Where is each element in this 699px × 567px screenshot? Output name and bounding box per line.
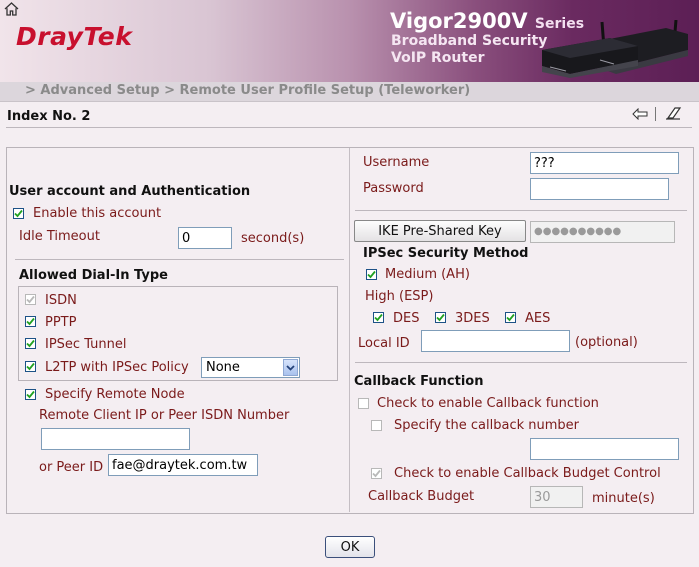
high-esp-label: High (ESP) — [365, 289, 434, 304]
medium-ah-label: Medium (AH) — [385, 267, 470, 282]
ike-preshared-key-button[interactable]: IKE Pre-Shared Key — [354, 220, 526, 242]
router-image — [542, 20, 688, 78]
callback-enable-label: Check to enable Callback function — [377, 396, 599, 411]
section-title-account: User account and Authentication — [9, 184, 251, 199]
home-icon[interactable] — [4, 2, 19, 16]
password-label: Password — [363, 181, 424, 196]
idle-timeout-label: Idle Timeout — [19, 229, 100, 244]
remote-client-label: Remote Client IP or Peer ISDN Number — [39, 408, 290, 423]
esp-3des-label: 3DES — [455, 311, 490, 326]
specify-callback-checkbox[interactable] — [371, 420, 382, 431]
specify-callback-label: Specify the callback number — [394, 418, 580, 433]
idle-timeout-input[interactable] — [178, 227, 232, 249]
callback-budget-checkbox[interactable] — [371, 468, 382, 479]
local-id-hint: (optional) — [575, 335, 638, 350]
local-id-input[interactable] — [421, 330, 570, 352]
medium-ah-checkbox[interactable] — [366, 269, 377, 280]
password-input[interactable] — [530, 178, 669, 200]
dialin-title: Allowed Dial-In Type — [19, 268, 168, 283]
index-label: Index No. 2 — [7, 109, 91, 124]
callback-title: Callback Function — [354, 374, 484, 389]
dialin-l2tp-checkbox[interactable] — [25, 361, 36, 372]
username-label: Username — [363, 155, 430, 170]
top-rule — [6, 127, 692, 128]
chevron-down-icon[interactable] — [283, 359, 298, 376]
enable-account-label: Enable this account — [33, 206, 162, 221]
product-name: Vigor2900V — [390, 9, 528, 33]
breadcrumb-text: > Advanced Setup > Remote User Profile S… — [25, 83, 471, 98]
draytek-logo: DrayTek — [16, 22, 133, 51]
dialin-isdn-label: ISDN — [45, 293, 77, 308]
esp-aes-checkbox[interactable] — [505, 312, 516, 323]
callback-budget-input[interactable] — [530, 486, 583, 508]
product-line-2: VoIP Router — [391, 50, 485, 66]
peer-id-label: or Peer ID — [39, 460, 104, 475]
callback-enable-checkbox[interactable] — [358, 398, 369, 409]
icon-divider — [655, 107, 656, 121]
right-rule-2 — [355, 362, 687, 363]
callback-budget-enable-label: Check to enable Callback Budget Control — [394, 466, 661, 481]
specify-remote-node-checkbox[interactable] — [25, 389, 36, 400]
callback-budget-label: Callback Budget — [368, 489, 475, 504]
callback-budget-unit: minute(s) — [592, 491, 655, 506]
esp-aes-label: AES — [525, 311, 551, 326]
esp-3des-checkbox[interactable] — [435, 312, 446, 323]
remote-client-input[interactable] — [41, 428, 190, 450]
dialin-isdn-checkbox[interactable] — [25, 294, 36, 305]
ipsec-method-title: IPSec Security Method — [363, 246, 529, 261]
eraser-icon[interactable] — [664, 106, 682, 120]
back-arrow-icon[interactable] — [632, 108, 648, 120]
l2tp-policy-select[interactable]: None — [201, 357, 300, 378]
idle-timeout-unit: second(s) — [241, 231, 305, 246]
callback-number-input[interactable] — [530, 438, 679, 460]
esp-des-checkbox[interactable] — [373, 312, 384, 323]
dialin-ipsec-checkbox[interactable] — [25, 338, 36, 349]
local-id-label: Local ID — [358, 336, 410, 351]
right-rule-1 — [355, 210, 687, 211]
dialin-ipsec-label: IPSec Tunnel — [45, 337, 127, 352]
left-rule-1 — [15, 259, 344, 260]
enable-account-checkbox[interactable] — [13, 208, 24, 219]
ike-key-field[interactable]: ●●●●●●●●●● — [530, 221, 675, 243]
username-input[interactable] — [530, 152, 679, 174]
peer-id-input[interactable] — [108, 454, 258, 476]
dialin-l2tp-label: L2TP with IPSec Policy — [45, 360, 189, 375]
esp-des-label: DES — [393, 311, 420, 326]
l2tp-policy-value: None — [206, 360, 240, 375]
column-divider — [349, 148, 350, 512]
dialin-pptp-checkbox[interactable] — [25, 316, 36, 327]
dialin-pptp-label: PPTP — [45, 315, 77, 330]
specify-remote-node-label: Specify Remote Node — [45, 387, 185, 402]
ok-button[interactable]: OK — [325, 536, 375, 558]
product-line-1: Broadband Security — [391, 33, 548, 49]
